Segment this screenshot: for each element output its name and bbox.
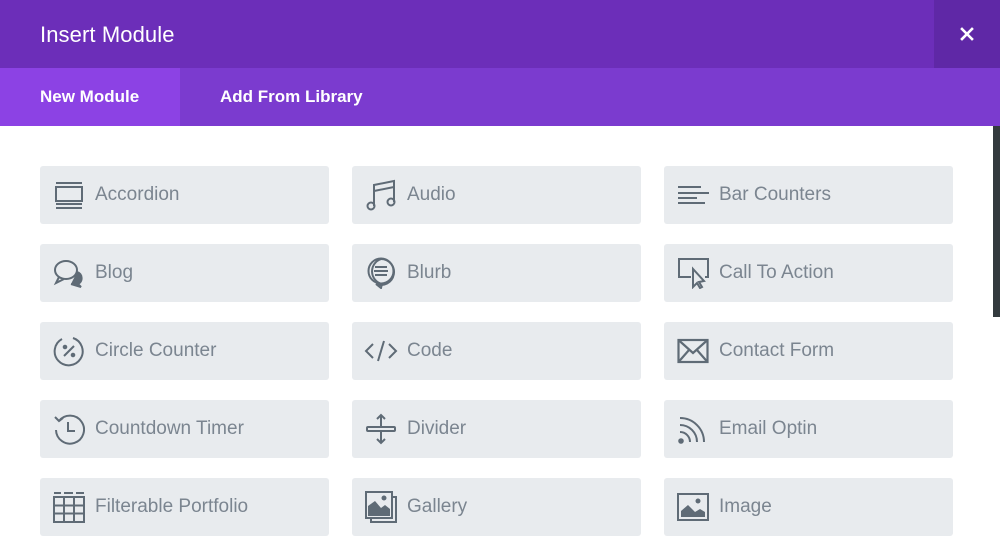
module-circle-counter[interactable]: Circle Counter <box>40 322 329 380</box>
close-icon <box>960 27 974 41</box>
divider-arrows-icon <box>364 412 398 446</box>
module-gallery[interactable]: Gallery <box>352 478 641 536</box>
rss-icon <box>676 412 710 446</box>
module-label: Bar Counters <box>719 184 831 205</box>
modal-title: Insert Module <box>40 22 175 47</box>
module-label: Divider <box>407 418 467 439</box>
envelope-icon <box>676 334 710 368</box>
module-label: Audio <box>407 184 456 205</box>
module-label: Countdown Timer <box>95 418 244 439</box>
module-label: Email Optin <box>719 418 818 439</box>
module-label: Call To Action <box>719 262 834 283</box>
module-label: Accordion <box>95 184 180 205</box>
clock-history-icon <box>52 412 86 446</box>
image-icon <box>676 490 710 524</box>
module-label: Image <box>719 496 772 517</box>
module-blurb[interactable]: Blurb <box>352 244 641 302</box>
accordion-icon <box>52 178 86 212</box>
tab-new-module[interactable]: New Module <box>0 68 180 126</box>
screen-cursor-icon <box>676 256 710 290</box>
music-note-icon <box>364 178 398 212</box>
module-label: Blurb <box>407 262 452 283</box>
module-label: Code <box>407 340 453 361</box>
module-code[interactable]: Code <box>352 322 641 380</box>
close-button[interactable] <box>934 0 1000 68</box>
module-label: Circle Counter <box>95 340 217 361</box>
module-label: Filterable Portfolio <box>95 496 249 517</box>
module-call-to-action[interactable]: Call To Action <box>664 244 953 302</box>
modal-header: Insert Module <box>0 0 1000 68</box>
module-image[interactable]: Image <box>664 478 953 536</box>
module-bar-counters[interactable]: Bar Counters <box>664 166 953 224</box>
circle-percent-icon <box>52 334 86 368</box>
module-label: Blog <box>95 262 134 283</box>
module-audio[interactable]: Audio <box>352 166 641 224</box>
module-list: Accordion Audio Bar Counters Blog Blurb … <box>0 126 993 548</box>
module-filterable-portfolio[interactable]: Filterable Portfolio <box>40 478 329 536</box>
module-accordion[interactable]: Accordion <box>40 166 329 224</box>
module-divider[interactable]: Divider <box>352 400 641 458</box>
gallery-icon <box>364 490 398 524</box>
module-countdown-timer[interactable]: Countdown Timer <box>40 400 329 458</box>
module-contact-form[interactable]: Contact Form <box>664 322 953 380</box>
bar-lines-icon <box>676 178 710 212</box>
module-email-optin[interactable]: Email Optin <box>664 400 953 458</box>
tab-add-from-library[interactable]: Add From Library <box>180 68 403 126</box>
code-icon <box>364 334 398 368</box>
tab-bar: New Module Add From Library <box>0 68 1000 126</box>
chat-bubbles-icon <box>52 256 86 290</box>
speech-bubble-lines-icon <box>364 256 398 290</box>
module-label: Gallery <box>407 496 468 517</box>
module-grid: Accordion Audio Bar Counters Blog Blurb … <box>40 166 953 536</box>
scrollbar[interactable] <box>993 126 1000 317</box>
module-label: Contact Form <box>719 340 835 361</box>
grid-table-icon <box>52 490 86 524</box>
module-blog[interactable]: Blog <box>40 244 329 302</box>
